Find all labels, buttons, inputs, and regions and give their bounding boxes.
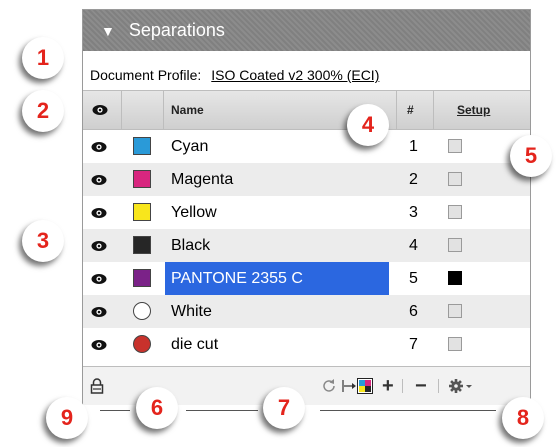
color-swatch[interactable] [133, 335, 151, 353]
setup-checkbox[interactable] [448, 304, 462, 318]
header-eye-icon[interactable] [92, 91, 108, 129]
setup-checkbox[interactable] [448, 238, 462, 252]
table-header: Name # Setup [83, 90, 530, 130]
callout-1: 1 [22, 37, 64, 79]
callout-9: 9 [46, 397, 88, 439]
color-swatch[interactable] [133, 170, 151, 188]
visibility-eye-icon[interactable] [91, 130, 107, 163]
callout-5: 5 [510, 135, 552, 177]
setup-checkbox[interactable] [448, 172, 462, 186]
separation-number: 5 [409, 269, 418, 287]
separation-row[interactable]: Cyan 1 [83, 130, 530, 163]
separation-name[interactable]: PANTONE 2355 C [165, 262, 389, 295]
leader-line [100, 410, 130, 411]
separation-row[interactable]: die cut 7 [83, 328, 530, 361]
visibility-eye-icon[interactable] [91, 196, 107, 229]
separation-number: 4 [409, 236, 418, 254]
document-profile: Document Profile: ISO Coated v2 300% (EC… [83, 58, 530, 92]
gear-icon[interactable] [448, 367, 474, 405]
separations-list: Cyan 1 Magenta 2 Yellow 3 Black 4 PANTONE 2355 C… [83, 130, 530, 361]
collapse-triangle-icon[interactable]: ▼ [101, 23, 115, 39]
panel-title: Separations [128, 20, 225, 40]
callout-8: 8 [502, 397, 544, 439]
separations-panel: ▼ Separations Document Profile: ISO Coat… [82, 9, 531, 405]
separation-name[interactable]: Cyan [171, 130, 208, 163]
document-profile-link[interactable]: ISO Coated v2 300% (ECI) [211, 67, 379, 83]
visibility-eye-icon[interactable] [91, 262, 107, 295]
separation-number: 6 [409, 302, 418, 320]
color-swatch[interactable] [133, 302, 151, 320]
separation-row[interactable]: PANTONE 2355 C 5 [83, 262, 530, 295]
remove-separation-button[interactable]: − [415, 367, 427, 405]
separation-name[interactable]: Magenta [171, 163, 233, 196]
color-swatch[interactable] [133, 137, 151, 155]
separation-name[interactable]: White [171, 295, 212, 328]
color-swatch[interactable] [133, 236, 151, 254]
setup-checkbox[interactable] [448, 205, 462, 219]
document-profile-label: Document Profile: [90, 67, 202, 83]
color-swatch[interactable] [133, 269, 151, 287]
separation-row[interactable]: Black 4 [83, 229, 530, 262]
callout-2: 2 [22, 90, 64, 132]
callout-3: 3 [22, 220, 64, 262]
separation-name[interactable]: die cut [171, 328, 218, 361]
callout-4: 4 [347, 104, 389, 146]
header-number[interactable]: # [407, 91, 414, 129]
visibility-eye-icon[interactable] [91, 163, 107, 196]
callout-6: 6 [136, 387, 178, 429]
separation-number: 2 [409, 170, 418, 188]
visibility-eye-icon[interactable] [91, 229, 107, 262]
separation-number: 3 [409, 203, 418, 221]
apply-to-plates-icon[interactable] [342, 367, 374, 405]
setup-checkbox[interactable] [448, 139, 462, 153]
header-setup[interactable]: Setup [457, 91, 490, 129]
separation-name[interactable]: Yellow [171, 196, 217, 229]
lock-icon[interactable] [90, 367, 104, 405]
leader-line [186, 410, 258, 411]
setup-checkbox[interactable] [448, 271, 462, 285]
separation-name[interactable]: Black [171, 229, 210, 262]
visibility-eye-icon[interactable] [91, 295, 107, 328]
separation-row[interactable]: Yellow 3 [83, 196, 530, 229]
visibility-eye-icon[interactable] [91, 328, 107, 361]
callout-7: 7 [263, 387, 305, 429]
setup-checkbox[interactable] [448, 337, 462, 351]
separation-number: 7 [409, 335, 418, 353]
separation-row[interactable]: Magenta 2 [83, 163, 530, 196]
separation-row[interactable]: White 6 [83, 295, 530, 328]
leader-line [320, 410, 496, 411]
refresh-icon[interactable] [321, 367, 337, 405]
separation-number: 1 [409, 137, 418, 155]
header-name[interactable]: Name [171, 91, 204, 129]
panel-title-bar[interactable]: ▼ Separations [83, 10, 530, 51]
color-swatch[interactable] [133, 203, 151, 221]
add-separation-button[interactable]: + [382, 367, 394, 405]
